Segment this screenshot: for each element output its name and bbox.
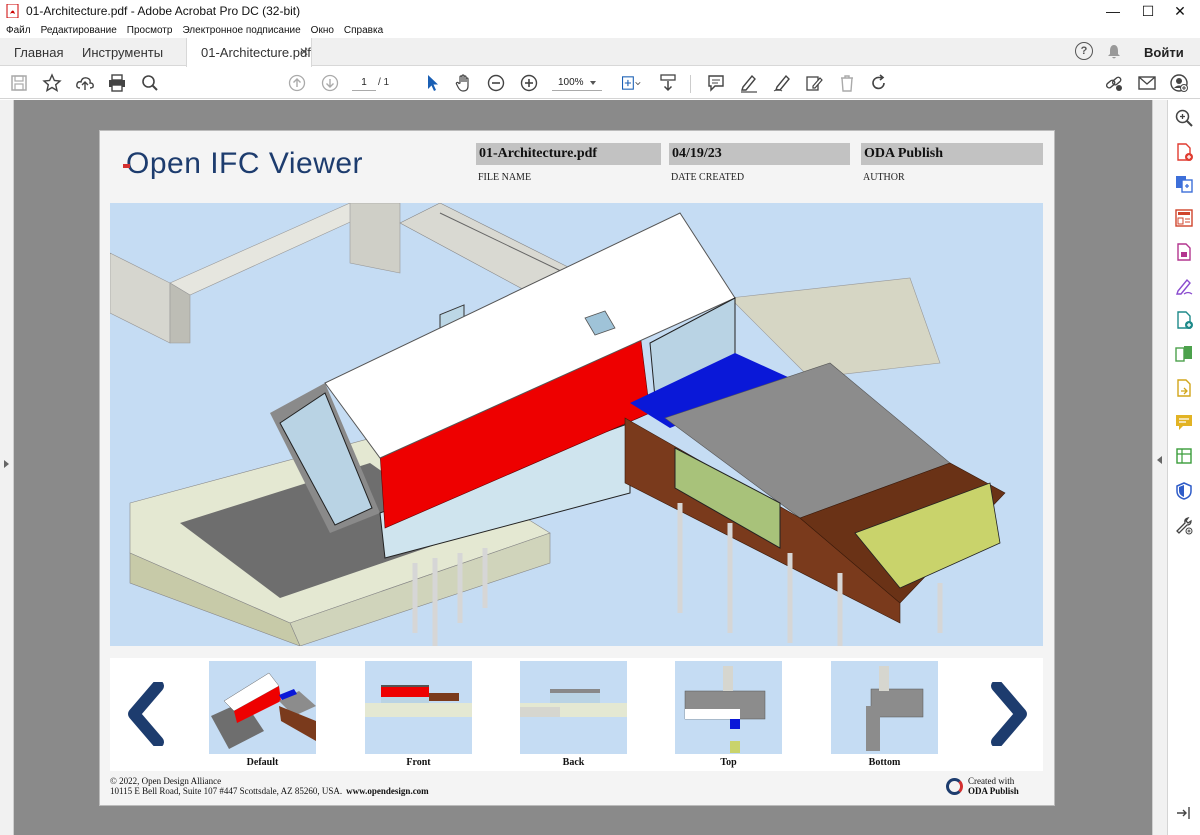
delete-trash-icon[interactable] [836, 72, 858, 94]
save-icon[interactable] [8, 72, 30, 94]
created-with-badge: Created with ODA Publish [946, 776, 1046, 798]
help-icon[interactable]: ? [1075, 42, 1093, 60]
window-title: 01-Architecture.pdf - Adobe Acrobat Pro … [26, 4, 301, 18]
created-with-text: Created with [968, 776, 1015, 786]
comment-icon[interactable] [705, 72, 727, 94]
oda-logo-icon [946, 778, 963, 795]
comment-tool-icon[interactable] [1174, 412, 1194, 432]
fit-page-icon[interactable] [618, 72, 644, 94]
author-label: AUTHOR [863, 172, 905, 183]
collapse-pane-icon[interactable] [1174, 806, 1194, 820]
zoom-in-icon[interactable] [518, 72, 540, 94]
right-panel-toggle[interactable] [1152, 100, 1167, 835]
edit-pdf-icon[interactable] [1174, 310, 1194, 330]
tab-home[interactable]: Главная [14, 38, 63, 66]
view-label-front: Front [406, 757, 431, 768]
menu-bar: Файл Редактирование Просмотр Электронное… [0, 22, 1200, 38]
cloud-upload-icon[interactable] [74, 72, 96, 94]
next-view-chevron-icon[interactable] [985, 682, 1035, 746]
logo-red-mark [123, 164, 130, 168]
zoom-search-icon[interactable] [1174, 108, 1194, 128]
copyright-text: © 2022, Open Design Alliance [110, 776, 222, 786]
expand-left-icon[interactable] [4, 460, 9, 468]
tab-tools[interactable]: Инструменты [82, 38, 163, 66]
page-total: / 1 [378, 77, 390, 88]
author-value: ODA Publish [861, 143, 1043, 165]
close-tab-icon[interactable]: ✕ [299, 45, 309, 59]
rotate-icon[interactable] [868, 72, 890, 94]
share-link-icon[interactable] [1103, 72, 1125, 94]
protect-shield-icon[interactable] [1174, 481, 1194, 501]
view-thumbnail-top[interactable] [675, 661, 782, 754]
search-icon[interactable] [139, 72, 161, 94]
login-button[interactable]: Войти [1144, 42, 1184, 62]
menu-window[interactable]: Окно [311, 25, 334, 36]
website-link[interactable]: www.opendesign.com [346, 786, 429, 796]
hand-tool-icon[interactable] [453, 72, 475, 94]
zoom-out-icon[interactable] [485, 72, 507, 94]
add-user-icon[interactable] [1168, 72, 1190, 94]
tab-document[interactable]: 01-Architecture.pdf ✕ [186, 38, 312, 67]
previous-view-chevron-icon[interactable] [120, 682, 170, 746]
email-envelope-icon[interactable] [1136, 72, 1158, 94]
oda-publish-text: ODA Publish [968, 786, 1019, 796]
title-bar: 01-Architecture.pdf - Adobe Acrobat Pro … [0, 0, 1200, 22]
pdf-page: Open IFC Viewer 01-Architecture.pdf FILE… [99, 130, 1055, 806]
address-text: 10115 E Bell Road, Suite 107 #447 Scotts… [110, 786, 343, 796]
menu-esign[interactable]: Электронное подписание [182, 25, 300, 36]
open-ifc-viewer-logo: Open IFC Viewer [123, 147, 364, 181]
file-name-value: 01-Architecture.pdf [476, 143, 661, 165]
view-thumbnail-back[interactable] [520, 661, 627, 754]
print-production-icon[interactable] [1174, 446, 1194, 466]
zoom-dropdown-arrow-icon[interactable] [590, 81, 596, 85]
star-icon[interactable] [41, 72, 63, 94]
toolbar: 1 / 1 100% [0, 67, 1200, 99]
draw-pen-icon[interactable] [771, 72, 793, 94]
organize-pages-icon[interactable] [1174, 208, 1194, 228]
menu-help[interactable]: Справка [344, 25, 383, 36]
view-label-default: Default [246, 757, 279, 768]
menu-edit[interactable]: Редактирование [41, 25, 117, 36]
close-window-button[interactable]: ✕ [1157, 0, 1200, 22]
tab-bar: Главная Инструменты 01-Architecture.pdf … [0, 38, 1200, 67]
logo-text: Open IFC Viewer [126, 147, 364, 180]
notifications-bell-icon[interactable] [1106, 42, 1122, 62]
compare-files-icon[interactable] [1174, 344, 1194, 364]
view-thumbnail-front[interactable] [365, 661, 472, 754]
tools-sidebar [1167, 100, 1200, 835]
view-label-bottom: Bottom [868, 757, 901, 768]
view-label-back: Back [562, 757, 585, 768]
stamp-edit-icon[interactable] [803, 72, 825, 94]
previous-page-icon[interactable] [286, 72, 308, 94]
date-created-label: DATE CREATED [671, 172, 745, 183]
toolbar-separator [690, 75, 691, 93]
create-pdf-icon[interactable] [1174, 142, 1194, 162]
menu-file[interactable]: Файл [6, 25, 31, 36]
file-name-label: FILE NAME [478, 172, 532, 183]
print-icon[interactable] [106, 72, 128, 94]
building-model-render [110, 203, 1006, 646]
view-thumbnail-default[interactable] [209, 661, 316, 754]
send-for-review-icon[interactable] [1174, 378, 1194, 398]
view-thumbnail-bottom[interactable] [831, 661, 938, 754]
highlight-pen-icon[interactable] [738, 72, 760, 94]
date-created-value: 04/19/23 [669, 143, 850, 165]
address-line: 10115 E Bell Road, Suite 107 #447 Scotts… [110, 786, 429, 796]
scroll-mode-icon[interactable] [657, 72, 679, 94]
view-navigator: Default Front Back Top Bottom [110, 658, 1043, 771]
acrobat-app-icon [6, 4, 19, 18]
menu-view[interactable]: Просмотр [127, 25, 173, 36]
next-page-icon[interactable] [319, 72, 341, 94]
fill-sign-icon[interactable] [1174, 276, 1194, 296]
more-tools-icon[interactable] [1174, 516, 1194, 536]
ifc-3d-viewport[interactable] [110, 203, 1043, 646]
left-panel-toggle[interactable] [0, 100, 14, 835]
page-number-input[interactable]: 1 [352, 75, 376, 91]
view-label-top: Top [720, 757, 737, 768]
export-pdf-icon[interactable] [1174, 242, 1194, 262]
collapse-right-icon[interactable] [1157, 456, 1162, 464]
tab-document-label: 01-Architecture.pdf [201, 45, 311, 60]
select-cursor-icon[interactable] [421, 72, 443, 94]
combine-files-icon[interactable] [1174, 174, 1194, 194]
